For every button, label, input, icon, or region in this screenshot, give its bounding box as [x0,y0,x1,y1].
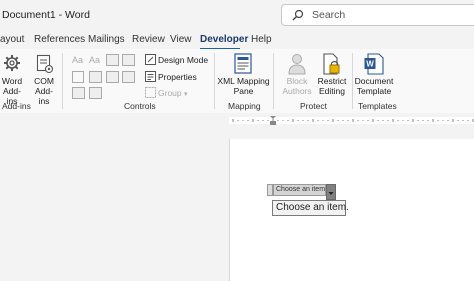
gear-icon [4,55,20,71]
block-authors-icon [288,54,306,75]
picture-control-icon[interactable] [106,54,119,66]
title-bar: Document1 - Word Search [0,0,474,32]
protect-group-label: Protect [300,101,327,111]
tab-view[interactable]: View [170,34,192,45]
document-template-label: Document Template [354,76,394,96]
ribbon-tabs: ayout References Mailings Review View De… [0,32,474,50]
word-document-icon: W [364,53,384,75]
design-mode-button[interactable]: Design Mode [158,55,208,65]
search-input[interactable]: Search [281,4,474,26]
tab-mailings[interactable]: Mailings [88,34,125,45]
design-mode-icon [145,54,156,65]
tab-layout[interactable]: ayout [0,34,24,45]
window-title: Document1 - Word [2,9,90,21]
addins-group-label: Add-ins [2,101,31,111]
group-button: Group ▾ [158,88,188,98]
chevron-down-icon: ▾ [184,91,188,98]
tab-references[interactable]: References [34,34,85,45]
dropdown-option[interactable]: Choose an item. [272,200,349,216]
content-control-placeholder[interactable]: Choose an item. [273,184,326,196]
search-icon [292,9,304,21]
xml-mapping-pane-button[interactable]: XML Mapping Pane [215,76,272,96]
tab-help[interactable]: Help [251,34,272,45]
com-addins-button[interactable]: COM Add-ins [30,76,58,106]
plain-text-control-icon[interactable]: Aa [89,55,100,65]
tab-developer[interactable]: Developer [200,34,248,45]
dropdown-control-icon[interactable] [106,71,119,83]
group-divider [273,53,274,109]
left-indent-icon [270,121,276,125]
tab-review[interactable]: Review [132,34,165,45]
restrict-editing-button[interactable]: Restrict Editing [316,76,348,96]
properties-button[interactable]: Properties [158,72,197,82]
repeating-section-control-icon[interactable] [72,87,85,99]
group-divider [352,53,353,109]
group-label: Group [158,88,182,98]
restrict-editing-label: Restrict Editing [317,76,347,96]
document-template-button[interactable]: Document Template [354,76,394,96]
content-control-dropdown-button[interactable] [326,184,336,200]
building-block-control-icon[interactable] [122,54,135,66]
xml-mapping-icon [234,53,252,74]
xml-mapping-pane-label: XML Mapping Pane [217,76,270,96]
legacy-tools-icon[interactable] [89,87,102,99]
com-addins-label: COM Add-ins [34,76,54,106]
group-icon [145,87,156,98]
properties-icon [145,71,156,82]
search-placeholder: Search [312,9,346,21]
rich-text-control-icon[interactable]: Aa [72,55,83,65]
checkbox-control-icon[interactable] [72,71,84,83]
block-authors-label: Block Authors [282,76,312,96]
com-addins-icon [36,54,54,74]
controls-group-label: Controls [124,101,156,111]
templates-group-label: Templates [358,101,397,111]
restrict-editing-icon [323,53,340,75]
combo-box-control-icon[interactable] [89,71,102,83]
mapping-group-label: Mapping [228,101,261,111]
ribbon: Word Add-ins COM Add-ins Add-ins Aa Aa D… [0,49,474,114]
svg-text:W: W [366,60,374,69]
document-page[interactable] [229,139,474,281]
horizontal-ruler[interactable] [229,116,474,125]
group-divider [62,53,63,109]
block-authors-button: Block Authors [278,76,316,96]
date-picker-control-icon[interactable] [122,71,135,83]
chevron-down-icon [328,192,334,195]
